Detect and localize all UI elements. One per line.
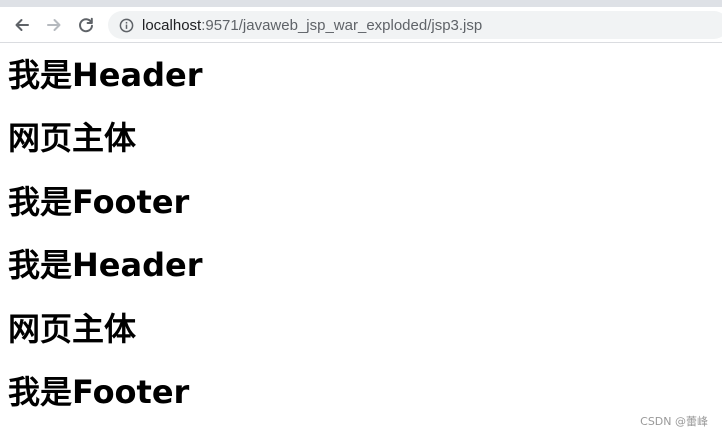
tab-strip [0, 0, 722, 7]
body-heading: 网页主体 [8, 310, 137, 348]
watermark-text: CSDN @蕾峰 [640, 415, 708, 428]
header-heading: 我是Header [8, 246, 203, 284]
url-host: localhost [142, 16, 202, 34]
forward-button[interactable] [40, 11, 68, 39]
footer-heading: 我是Footer [8, 373, 190, 411]
body-heading: 网页主体 [8, 119, 137, 157]
reload-button[interactable] [72, 11, 100, 39]
address-bar[interactable]: localhost:9571/javaweb_jsp_war_exploded/… [108, 11, 722, 39]
footer-heading: 我是Footer [8, 183, 190, 221]
url-text[interactable]: localhost:9571/javaweb_jsp_war_exploded/… [142, 17, 482, 34]
arrow-left-icon [15, 19, 29, 31]
info-icon[interactable] [118, 17, 134, 33]
header-heading: 我是Header [8, 56, 203, 94]
reload-icon [79, 17, 93, 33]
arrow-right-icon [47, 19, 61, 31]
browser-toolbar: localhost:9571/javaweb_jsp_war_exploded/… [0, 7, 722, 43]
back-button[interactable] [8, 11, 36, 39]
url-path: :9571/javaweb_jsp_war_exploded/jsp3.jsp [201, 16, 483, 34]
